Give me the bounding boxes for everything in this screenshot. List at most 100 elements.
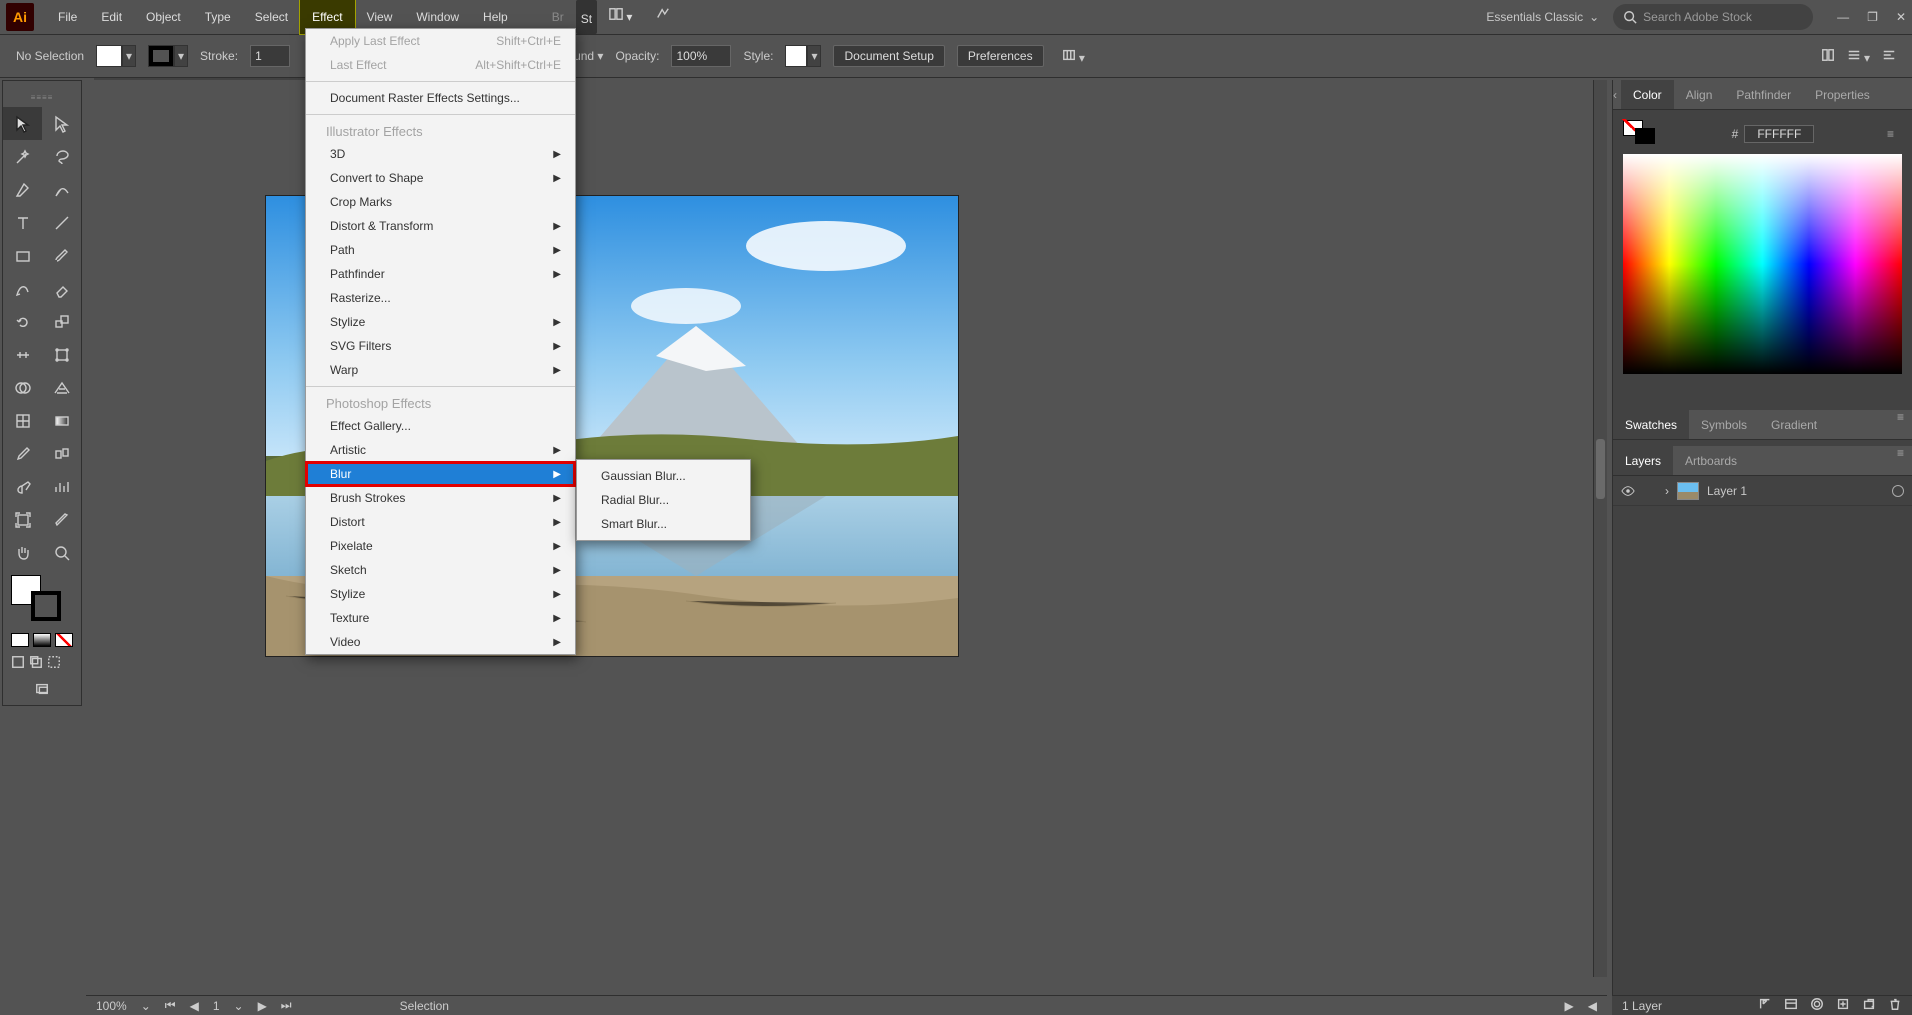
menu-select[interactable]: Select xyxy=(243,0,300,34)
controlbar-icon-2[interactable]: ▾ xyxy=(1847,48,1870,65)
workspace-switcher[interactable]: Essentials Classic ⌄ xyxy=(1486,10,1599,24)
artboard-next-icon[interactable]: ▶ xyxy=(258,999,267,1013)
swatches-menu-icon[interactable]: ≡ xyxy=(1889,410,1912,439)
color-mode-gradient[interactable] xyxy=(33,633,51,647)
artboard-first-icon[interactable]: ⏮ xyxy=(165,998,176,1013)
ps-effect-stylize[interactable]: Stylize▶ xyxy=(306,582,575,606)
blend-tool[interactable] xyxy=(42,437,81,470)
eyedropper-tool[interactable] xyxy=(3,437,42,470)
ps-effect-sketch[interactable]: Sketch▶ xyxy=(306,558,575,582)
hscroll-left-icon[interactable]: ▶ xyxy=(1565,999,1574,1013)
artboard-last-icon[interactable]: ⏭ xyxy=(281,998,292,1013)
menu-object[interactable]: Object xyxy=(134,0,193,34)
draw-mode-inside[interactable] xyxy=(47,655,61,672)
color-fill-stroke-icon[interactable] xyxy=(1623,120,1667,148)
color-mode-none[interactable] xyxy=(55,633,73,647)
layer-target-icon[interactable] xyxy=(1892,485,1904,497)
window-minimize-icon[interactable]: — xyxy=(1837,10,1849,24)
layer-name[interactable]: Layer 1 xyxy=(1707,484,1747,498)
paintbrush-tool[interactable] xyxy=(42,239,81,272)
perspective-grid-tool[interactable] xyxy=(42,371,81,404)
hand-tool[interactable] xyxy=(3,536,42,569)
window-restore-icon[interactable]: ❐ xyxy=(1867,10,1878,24)
tab-properties[interactable]: Properties xyxy=(1803,80,1882,109)
tab-artboards[interactable]: Artboards xyxy=(1673,446,1749,475)
tab-symbols[interactable]: Symbols xyxy=(1689,410,1759,439)
controlbar-icon-1[interactable] xyxy=(1821,48,1835,65)
opacity-input[interactable] xyxy=(671,45,731,67)
il-effect-stylize[interactable]: Stylize▶ xyxy=(306,310,575,334)
selection-tool[interactable] xyxy=(3,107,42,140)
free-transform-tool[interactable] xyxy=(42,338,81,371)
layer-thumbnail[interactable] xyxy=(1677,482,1699,500)
ps-effect-brush-strokes[interactable]: Brush Strokes▶ xyxy=(306,486,575,510)
slice-tool[interactable] xyxy=(42,503,81,536)
artboard-number[interactable]: 1 xyxy=(213,999,220,1013)
lasso-tool[interactable] xyxy=(42,140,81,173)
ps-effect-distort[interactable]: Distort▶ xyxy=(306,510,575,534)
type-tool[interactable] xyxy=(3,206,42,239)
ps-effect-artistic[interactable]: Artistic▶ xyxy=(306,438,575,462)
zoom-tool[interactable] xyxy=(42,536,81,569)
line-segment-tool[interactable] xyxy=(42,206,81,239)
radial-blur[interactable]: Radial Blur... xyxy=(577,488,750,512)
gaussian-blur[interactable]: Gaussian Blur... xyxy=(577,464,750,488)
shaper-tool[interactable] xyxy=(3,272,42,305)
width-tool[interactable] xyxy=(3,338,42,371)
search-stock[interactable]: Search Adobe Stock xyxy=(1613,4,1813,30)
direct-selection-tool[interactable] xyxy=(42,107,81,140)
tab-color[interactable]: Color xyxy=(1621,80,1674,109)
zoom-level[interactable]: 100% xyxy=(96,999,127,1013)
tab-swatches[interactable]: Swatches xyxy=(1613,410,1689,439)
eraser-tool[interactable] xyxy=(42,272,81,305)
vertical-scrollbar[interactable] xyxy=(1593,80,1607,977)
layer-expand-icon[interactable]: › xyxy=(1665,484,1669,498)
visibility-icon[interactable] xyxy=(1621,484,1635,498)
hex-input[interactable] xyxy=(1744,125,1814,143)
artboard-tool[interactable] xyxy=(3,503,42,536)
ps-effect-video[interactable]: Video▶ xyxy=(306,630,575,654)
artboard-dropdown-icon[interactable]: ⌄ xyxy=(234,999,244,1013)
draw-mode-behind[interactable] xyxy=(29,655,43,672)
layers-new-icon[interactable] xyxy=(1862,997,1876,1014)
preferences-button[interactable]: Preferences xyxy=(957,45,1044,67)
stroke-color[interactable] xyxy=(31,591,61,621)
layers-locate-icon[interactable] xyxy=(1758,997,1772,1014)
layers-collect-icon[interactable] xyxy=(1784,997,1798,1014)
fill-stroke-indicator[interactable] xyxy=(3,569,81,629)
scale-tool[interactable] xyxy=(42,305,81,338)
artboard-prev-icon[interactable]: ◀ xyxy=(190,999,199,1013)
menu-file[interactable]: File xyxy=(46,0,89,34)
il-effect-convert-to-shape[interactable]: Convert to Shape▶ xyxy=(306,166,575,190)
draw-mode-normal[interactable] xyxy=(11,655,25,672)
curvature-tool[interactable] xyxy=(42,173,81,206)
il-effect-warp[interactable]: Warp▶ xyxy=(306,358,575,382)
screen-mode-icon[interactable] xyxy=(35,682,49,699)
menu-edit[interactable]: Edit xyxy=(89,0,134,34)
align-to-icon[interactable]: ▾ xyxy=(1062,48,1085,65)
il-effect-pathfinder[interactable]: Pathfinder▶ xyxy=(306,262,575,286)
ps-effect-blur[interactable]: Blur▶ xyxy=(306,462,575,486)
il-effect-svg-filters[interactable]: SVG Filters▶ xyxy=(306,334,575,358)
mesh-tool[interactable] xyxy=(3,404,42,437)
rotate-tool[interactable] xyxy=(3,305,42,338)
toolbox-drag-handle[interactable] xyxy=(3,93,81,101)
color-spectrum[interactable] xyxy=(1623,154,1902,374)
pen-tool[interactable] xyxy=(3,173,42,206)
stroke-swatch[interactable] xyxy=(148,45,174,67)
tab-pathfinder[interactable]: Pathfinder xyxy=(1724,80,1803,109)
il-effect-distort-transform[interactable]: Distort & Transform▶ xyxy=(306,214,575,238)
color-mode-solid[interactable] xyxy=(11,633,29,647)
graphic-style-dropdown[interactable]: ▾ xyxy=(807,45,821,67)
il-effect-3d[interactable]: 3D▶ xyxy=(306,142,575,166)
stroke-dropdown[interactable]: ▾ xyxy=(174,45,188,67)
layers-new-sublayer-icon[interactable] xyxy=(1836,997,1850,1014)
tab-layers[interactable]: Layers xyxy=(1613,446,1673,475)
transparency-dropdown[interactable]: und ▾ xyxy=(574,49,603,63)
tab-gradient[interactable]: Gradient xyxy=(1759,410,1829,439)
window-close-icon[interactable]: ✕ xyxy=(1896,10,1906,24)
tab-align[interactable]: Align xyxy=(1674,80,1725,109)
ps-effect-pixelate[interactable]: Pixelate▶ xyxy=(306,534,575,558)
column-graph-tool[interactable] xyxy=(42,470,81,503)
layer-row[interactable]: › Layer 1 xyxy=(1613,476,1912,506)
